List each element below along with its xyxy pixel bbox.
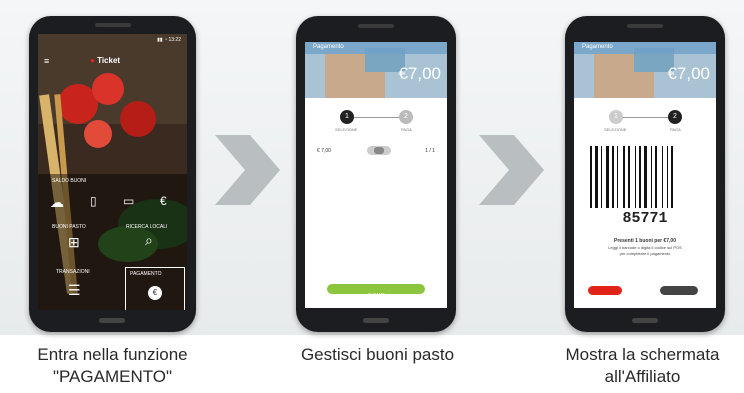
home-button[interactable] (363, 318, 389, 323)
barcode-screen: Pagamento €7,00 1 2 SELEZIONE PAGA 85771… (574, 42, 716, 308)
home-button[interactable] (99, 318, 125, 323)
avanti-label: AVANTI (367, 293, 385, 299)
barcode-bar (662, 146, 663, 208)
caption-step-3: Mostra la schermata all'Affiliato (545, 344, 740, 388)
list-icon[interactable]: ☰ (68, 282, 81, 299)
caption-step-1-line-2: "PAGAMENTO" (52, 367, 173, 386)
phone-speaker (627, 24, 663, 28)
menu-item-buoni-pasto[interactable]: BUONI PASTO (52, 224, 86, 230)
barcode-bar (595, 146, 598, 208)
step-2-label: PAGA (401, 127, 412, 132)
phone-buoni: Pagamento €7,00 1 2 SELEZIONE PAGA € 7,0… (296, 16, 456, 332)
phone-speaker (95, 23, 131, 27)
barcode-bar (639, 146, 641, 208)
menu-item-saldo-buoni[interactable]: SALDO BUONI (52, 178, 86, 184)
ticket-logo-icon: ● (90, 56, 95, 65)
screen-header-title: Pagamento (582, 44, 613, 50)
barcode-bar (635, 146, 636, 208)
barcode-image (590, 146, 673, 208)
screen-header-title: Pagamento (313, 44, 344, 50)
step-2-indicator: 2 (668, 110, 682, 124)
amount-text: €7,00 (667, 64, 710, 83)
payment-icon: € (148, 286, 162, 300)
phone-speaker (358, 24, 394, 28)
avanti-button[interactable]: AVANTI (327, 284, 425, 299)
buono-value: € 7,00 (317, 148, 331, 154)
amount-text: €7,00 (398, 64, 441, 83)
barcode-bar (644, 146, 647, 208)
phone-icon[interactable]: ▯ (90, 194, 97, 208)
ticket-logo: ● Ticket (90, 56, 120, 65)
step-1-indicator: 1 (340, 110, 354, 124)
step-2-label: PAGA (670, 127, 681, 132)
caption-step-2: Gestisci buoni pasto (270, 344, 485, 366)
info-line-1: Presenti 1 buoni per €7,00 (614, 238, 676, 244)
card-icon[interactable]: ▭ (123, 194, 134, 208)
grid-icon[interactable]: ⊞ (68, 234, 80, 251)
euro-icon[interactable]: € (160, 194, 167, 208)
search-icon[interactable]: ⌕ (145, 232, 153, 249)
step-1-label: SELEZIONE (604, 127, 627, 132)
barcode-bar (628, 146, 630, 208)
step-1-label: SELEZIONE (335, 127, 358, 132)
barcode-bar (623, 146, 625, 208)
step-line (347, 117, 407, 118)
info-line-3: per completare il pagamento (619, 251, 671, 256)
arrow-right-icon (479, 135, 544, 205)
barcode-bar (671, 146, 673, 208)
step-line (616, 117, 676, 118)
buoni-screen: Pagamento €7,00 1 2 SELEZIONE PAGA € 7,0… (305, 42, 447, 308)
ticket-logo-text: Ticket (97, 56, 121, 65)
quantity-toggle[interactable] (367, 146, 391, 155)
annulla-label: ANNULLA (595, 295, 615, 300)
hamburger-icon[interactable]: ≡ (44, 56, 49, 66)
barcode-bar (651, 146, 652, 208)
caption-step-2-line-1: Gestisci buoni pasto (300, 345, 455, 364)
buono-count: 1 / 1 (425, 148, 435, 154)
toggle-knob (374, 147, 384, 154)
arrow-right-icon (215, 135, 280, 205)
avanti-label: AVANTI (672, 295, 686, 300)
status-bar: ▮▮ ◔ 13:22 (157, 37, 181, 43)
barcode-bar (612, 146, 614, 208)
phone-barcode: Pagamento €7,00 1 2 SELEZIONE PAGA 85771… (565, 16, 725, 332)
caption-step-1-line-1: Entra nella funzione (37, 345, 188, 364)
info-line-2: Leggi il barcode o digita il codice sul … (608, 245, 682, 250)
barcode-bar (655, 146, 657, 208)
step-2-indicator: 2 (399, 110, 413, 124)
barcode-bar (606, 146, 609, 208)
caption-step-3-line-1: Mostra la schermata (565, 345, 720, 364)
home-screen: ▮▮ ◔ 13:22 ● Ticket ≡ SALDO BUONI ☁ ▯ ▭ … (38, 34, 187, 310)
menu-item-pagamento: PAGAMENTO (130, 271, 162, 277)
menu-item-transazioni[interactable]: TRANSAZIONI (56, 269, 90, 275)
menu-item-ricerca-locali[interactable]: RICERCA LOCALI (126, 224, 167, 230)
cloud-icon[interactable]: ☁ (50, 194, 64, 211)
barcode-bar (617, 146, 618, 208)
caption-step-3-line-2: all'Affiliato (604, 367, 681, 386)
phone-home: ▮▮ ◔ 13:22 ● Ticket ≡ SALDO BUONI ☁ ▯ ▭ … (29, 16, 196, 332)
barcode-bar (590, 146, 592, 208)
avanti-button[interactable]: AVANTI (660, 286, 698, 300)
step-1-indicator: 1 (609, 110, 623, 124)
caption-step-1: Entra nella funzione "PAGAMENTO" (10, 344, 215, 388)
barcode-bar (667, 146, 668, 208)
annulla-button[interactable]: ANNULLA (588, 286, 622, 300)
pagamento-menu-tile[interactable]: PAGAMENTO € (125, 267, 185, 310)
barcode-bar (601, 146, 602, 208)
barcode-number: 85771 (622, 210, 668, 227)
home-button[interactable] (632, 318, 658, 323)
